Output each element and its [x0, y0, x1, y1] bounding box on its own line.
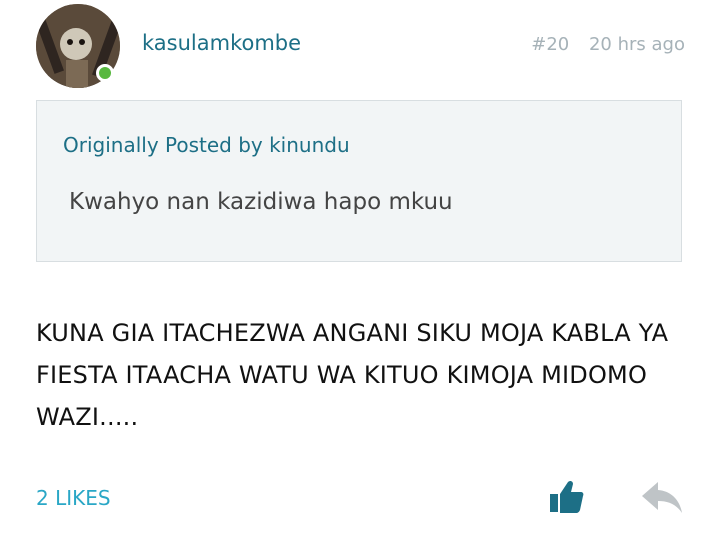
quote-header[interactable]: Originally Posted by kinundu [63, 133, 350, 157]
post-author-username[interactable]: kasulamkombe [142, 31, 301, 55]
post-timestamp: 20 hrs ago [588, 34, 685, 55]
post-meta: #20 20 hrs ago [531, 34, 685, 55]
online-status-indicator [96, 64, 114, 82]
like-button[interactable] [548, 478, 586, 516]
post-number[interactable]: #20 [531, 34, 569, 55]
thumbs-up-icon [550, 480, 584, 513]
reply-icon [642, 482, 682, 513]
quote-text: Kwahyo nan kazidiwa hapo mkuu [69, 189, 453, 215]
likes-count[interactable]: 2 LIKES [36, 486, 111, 510]
quote-block: Originally Posted by kinundu Kwahyo nan … [36, 100, 682, 262]
reply-button[interactable] [640, 480, 684, 516]
post-body-text: KUNA GIA ITACHEZWA ANGANI SIKU MOJA KABL… [36, 319, 669, 431]
